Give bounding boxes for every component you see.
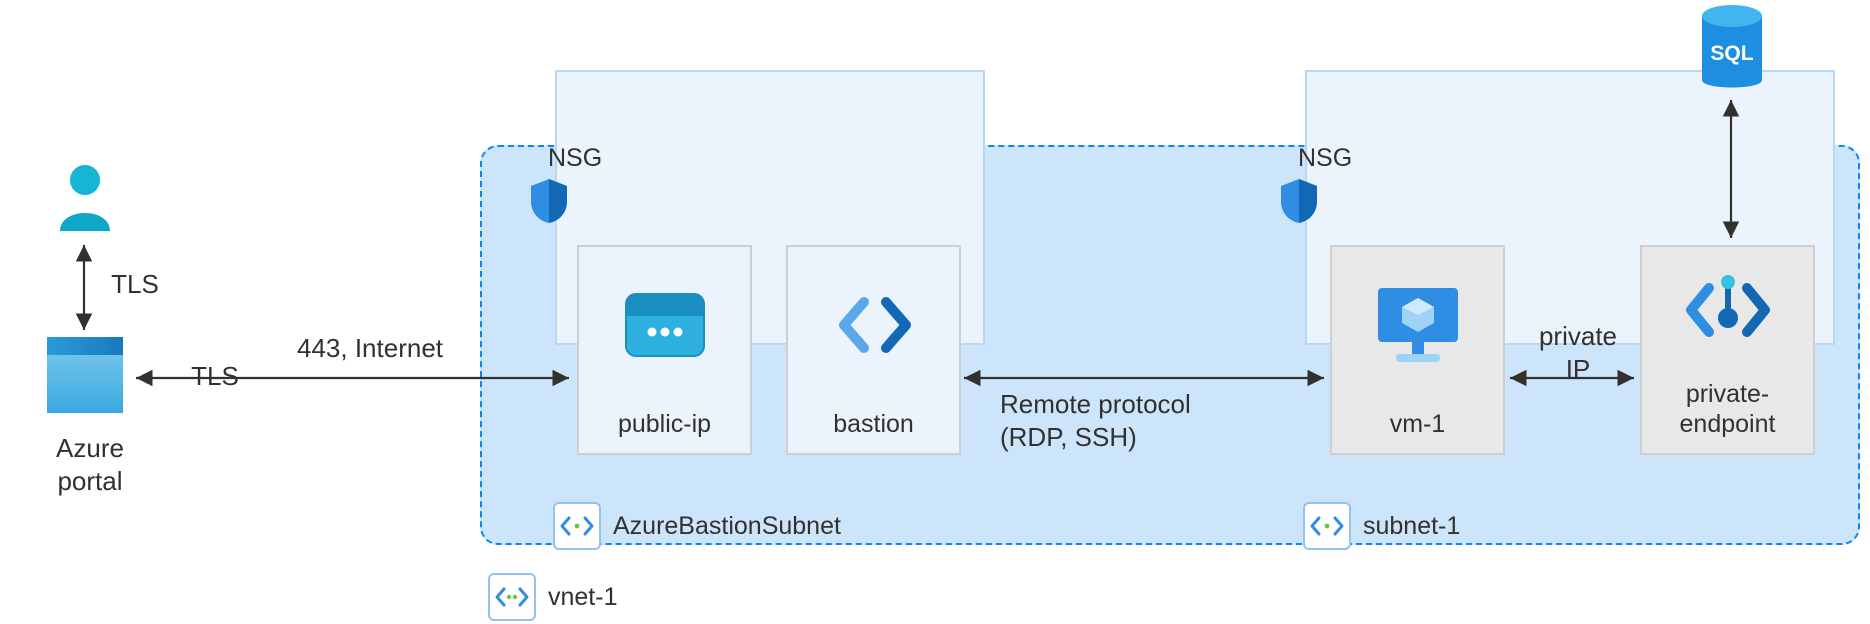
diagram-canvas: { "user": { "label_tls_vertical": "TLS" … xyxy=(0,0,1870,624)
edge-tls: TLS xyxy=(185,360,245,393)
edge-443: 443, Internet xyxy=(270,332,470,365)
edge-private-ip: private IP xyxy=(1523,320,1633,385)
edge-remote-protocol: Remote protocol (RDP, SSH) xyxy=(1000,388,1260,453)
connectors xyxy=(0,0,1870,624)
edge-user-tls: TLS xyxy=(105,268,165,301)
